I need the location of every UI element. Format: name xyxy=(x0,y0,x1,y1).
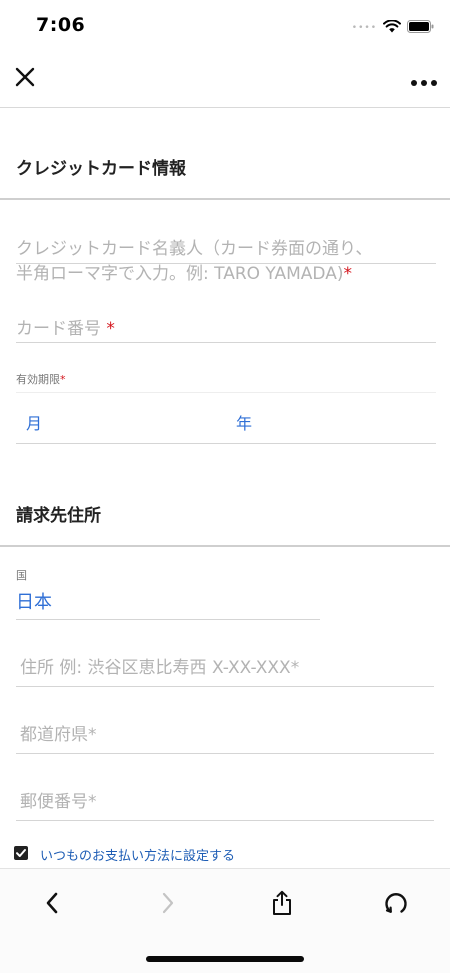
home-indicator xyxy=(146,956,304,962)
field-underline xyxy=(16,342,436,343)
field-underline xyxy=(16,820,434,821)
card-number-placeholder: カード番号 xyxy=(16,319,107,339)
expiry-month-value: 月 xyxy=(26,414,43,433)
more-icon xyxy=(411,80,437,86)
field-underline xyxy=(16,686,434,687)
expiry-year-select[interactable]: 年 xyxy=(226,392,436,444)
signal-icon: •••• xyxy=(351,22,377,33)
country-label: 国 xyxy=(16,569,27,582)
status-icons: •••• xyxy=(352,18,434,37)
forward-button[interactable] xyxy=(148,887,188,919)
forward-icon xyxy=(162,892,174,914)
expiry-label: 有効期限* xyxy=(16,371,66,387)
header-divider xyxy=(0,107,450,108)
more-options-button[interactable] xyxy=(410,72,438,86)
field-underline xyxy=(16,263,436,264)
default-payment-checkbox[interactable] xyxy=(14,846,28,860)
expiry-year-value: 年 xyxy=(236,414,253,433)
status-time: 7:06 xyxy=(36,14,86,36)
required-marker: * xyxy=(343,264,352,284)
section-divider xyxy=(0,198,450,200)
back-icon xyxy=(46,892,58,914)
share-icon xyxy=(273,890,291,915)
reload-icon xyxy=(385,893,407,913)
checkmark-icon xyxy=(16,849,26,857)
battery-icon xyxy=(407,18,434,37)
cardholder-name-placeholder-line2: 半角ローマ字で入力。例: TARO YAMADA) xyxy=(16,264,344,284)
reload-button[interactable] xyxy=(376,887,416,919)
address-field[interactable]: 住所 例: 渋谷区恵比寿西 X-XX-XXX* xyxy=(20,653,432,678)
credit-card-section-title: クレジットカード情報 xyxy=(16,159,186,179)
cardholder-name-placeholder-line1: クレジットカード名義人（カード券面の通り、 xyxy=(16,239,373,259)
field-underline xyxy=(16,619,320,620)
section-divider xyxy=(0,545,450,547)
share-button[interactable] xyxy=(262,887,302,919)
country-value: 日本 xyxy=(16,592,52,613)
country-select[interactable]: 日本 xyxy=(16,588,320,618)
required-marker: * xyxy=(106,319,115,339)
required-marker: * xyxy=(60,373,66,386)
billing-section-title: 請求先住所 xyxy=(16,506,101,526)
postal-code-field[interactable]: 郵便番号* xyxy=(20,787,432,812)
default-payment-label[interactable]: いつものお支払い方法に設定する xyxy=(40,845,235,864)
cardholder-name-field[interactable]: クレジットカード名義人（カード券面の通り、 半角ローマ字で入力。例: TARO … xyxy=(16,234,436,284)
close-button[interactable] xyxy=(14,62,42,92)
expiry-label-text: 有効期限 xyxy=(16,373,60,386)
back-button[interactable] xyxy=(32,887,72,919)
field-underline xyxy=(16,753,434,754)
expiry-month-select[interactable]: 月 xyxy=(16,392,226,444)
card-number-field[interactable]: カード番号 * xyxy=(16,314,436,344)
close-icon xyxy=(15,67,35,87)
wifi-icon xyxy=(383,18,401,37)
prefecture-field[interactable]: 都道府県* xyxy=(20,720,432,745)
